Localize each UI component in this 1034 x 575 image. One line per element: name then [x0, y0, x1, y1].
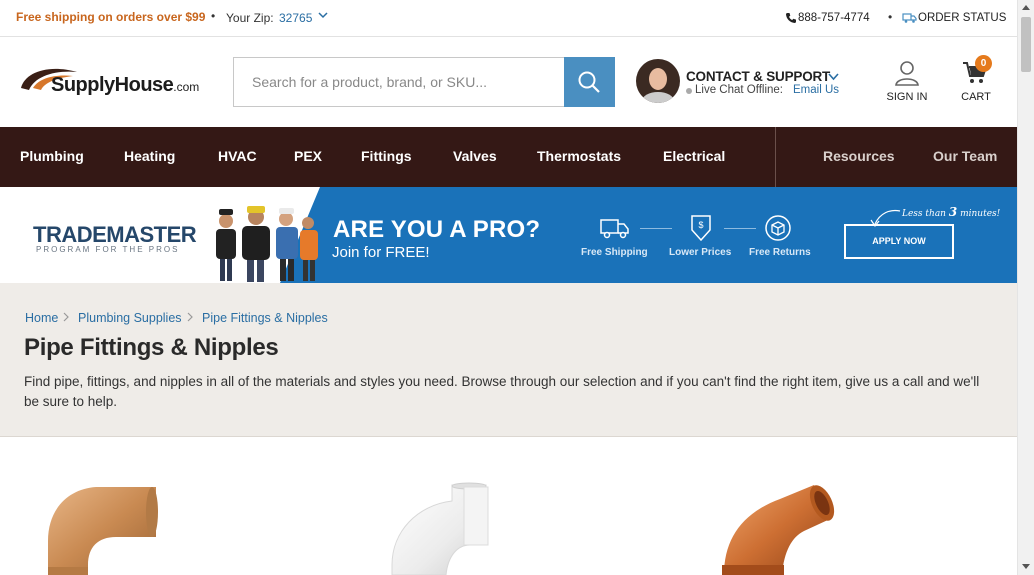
nav-item-thermostats[interactable]: Thermostats — [537, 148, 621, 164]
chat-status-indicator — [686, 88, 692, 94]
price-tag-icon: $ — [691, 215, 711, 242]
product-image-press-elbow[interactable] — [718, 481, 838, 575]
nav-item-pex[interactable]: PEX — [294, 148, 322, 164]
product-grid — [0, 437, 1017, 575]
product-image-pvc-elbow[interactable] — [388, 481, 490, 575]
apply-now-button[interactable]: APPLY NOW — [844, 224, 954, 259]
nav-item-plumbing[interactable]: Plumbing — [20, 148, 84, 164]
nav-item-heating[interactable]: Heating — [124, 148, 175, 164]
nav-item-resources[interactable]: Resources — [823, 148, 895, 164]
banner-headline: ARE YOU A PRO? — [333, 216, 541, 243]
chevron-down-icon[interactable] — [828, 72, 839, 81]
nav-item-electrical[interactable]: Electrical — [663, 148, 725, 164]
svg-text:$: $ — [698, 220, 703, 230]
truck-icon — [600, 219, 629, 239]
perk-lower-prices: Lower Prices — [669, 247, 732, 258]
site-header: SupplyHouse.com CONTACT & SUPPORT Live C… — [0, 37, 1017, 127]
cart-label: CART — [961, 91, 991, 103]
breadcrumb-home[interactable]: Home — [25, 311, 58, 325]
cart-button[interactable]: 0 CART — [956, 55, 996, 107]
sign-in-label: SIGN IN — [886, 91, 928, 103]
page-title: Pipe Fittings & Nipples — [24, 334, 279, 361]
order-status-link[interactable]: ORDER STATUS — [918, 12, 1006, 24]
scroll-down-arrow-icon[interactable] — [1022, 564, 1030, 569]
chat-status-text: Live Chat Offline: — [695, 84, 784, 96]
search-input[interactable] — [234, 58, 565, 106]
separator-dot: • — [888, 10, 893, 24]
supplyhouse-logo[interactable]: SupplyHouse.com — [19, 66, 211, 102]
phone-number[interactable]: 888-757-4774 — [798, 12, 870, 24]
banner-subline: Join for FREE! — [332, 244, 430, 261]
pros-group-image — [216, 206, 318, 282]
perk-connector — [724, 228, 756, 229]
support-agent-avatar — [636, 59, 680, 103]
zip-value[interactable]: 32765 — [279, 11, 312, 25]
search-button[interactable] — [564, 57, 615, 107]
utility-bar: Free shipping on orders over $99 • Your … — [0, 0, 1017, 37]
perk-free-shipping: Free Shipping — [581, 247, 648, 258]
returns-box-icon — [765, 215, 791, 241]
truck-icon — [902, 13, 917, 23]
main-navigation: Plumbing Heating HVAC PEX Fittings Valve… — [0, 127, 1017, 187]
contact-support-title[interactable]: CONTACT & SUPPORT — [686, 69, 830, 84]
chevron-down-icon[interactable] — [318, 10, 328, 20]
trademaster-banner[interactable]: TRADEMASTER PROGRAM FOR THE PROS ARE YOU… — [0, 187, 1017, 283]
sign-in-button[interactable]: SIGN IN — [880, 59, 934, 109]
signup-time-note: Less than 3 minutes! — [902, 205, 1001, 219]
search-icon — [578, 71, 600, 93]
logo-wordmark: SupplyHouse.com — [51, 74, 200, 96]
user-icon — [895, 61, 919, 86]
page-scrollbar[interactable] — [1017, 0, 1034, 575]
breadcrumb-plumbing-supplies[interactable]: Plumbing Supplies — [78, 311, 182, 325]
search-bar — [233, 57, 615, 107]
separator-dot: • — [211, 9, 216, 23]
breadcrumb-current[interactable]: Pipe Fittings & Nipples — [202, 311, 328, 325]
nav-item-fittings[interactable]: Fittings — [361, 148, 412, 164]
perk-connector — [640, 228, 672, 229]
category-description: Find pipe, fittings, and nipples in all … — [24, 374, 980, 409]
chevron-right-icon — [63, 312, 69, 322]
nav-item-hvac[interactable]: HVAC — [218, 148, 257, 164]
nav-divider — [775, 127, 776, 187]
chevron-right-icon — [187, 312, 193, 322]
perk-free-returns: Free Returns — [749, 247, 811, 258]
nav-item-valves[interactable]: Valves — [453, 148, 497, 164]
nav-item-our-team[interactable]: Our Team — [933, 148, 997, 164]
email-us-link[interactable]: Email Us — [793, 84, 839, 96]
product-image-copper-elbow[interactable] — [46, 481, 158, 575]
contact-support-menu[interactable]: CONTACT & SUPPORT Live Chat Offline: Ema… — [636, 59, 846, 105]
scroll-up-arrow-icon[interactable] — [1022, 5, 1030, 10]
cart-count-badge: 0 — [975, 55, 992, 72]
free-shipping-notice[interactable]: Free shipping on orders over $99 — [16, 10, 205, 24]
category-header: Home Plumbing Supplies Pipe Fittings & N… — [0, 283, 1017, 437]
trademaster-tagline: PROGRAM FOR THE PROS — [36, 245, 180, 254]
zip-label: Your Zip: — [226, 11, 274, 25]
scrollbar-thumb[interactable] — [1021, 17, 1031, 72]
phone-icon — [786, 13, 796, 23]
